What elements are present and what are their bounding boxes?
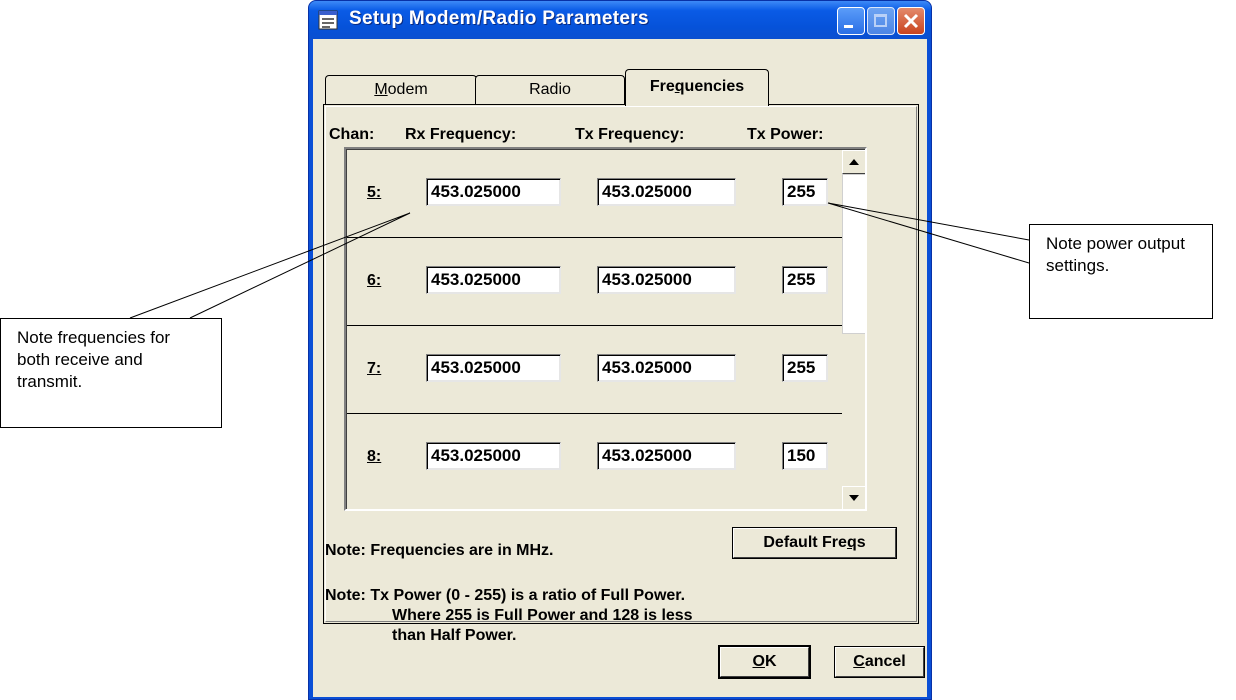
tx-frequency-field[interactable]: 453.025000	[597, 178, 736, 206]
tx-power-field[interactable]: 255	[782, 178, 828, 206]
close-icon	[903, 13, 919, 29]
channel-row: 7: 453.025000 453.025000 255	[347, 326, 865, 414]
default-freqs-button[interactable]: Default Freqs	[732, 527, 897, 559]
scroll-up-button[interactable]	[842, 150, 865, 174]
column-header-chan: Chan:	[329, 126, 375, 143]
tx-frequency-field[interactable]: 453.025000	[597, 442, 736, 470]
ok-button[interactable]: OK	[718, 645, 811, 679]
dialog-window: Setup Modem/Radio Parameters Modem Radio…	[308, 0, 932, 700]
column-header-tx-power: Tx Power:	[747, 126, 824, 143]
dialog-client-area: Modem Radio Frequencies Chan: Rx Frequen…	[313, 39, 927, 697]
note-units: Note: Frequencies are in MHz.	[325, 542, 554, 559]
tab-radio[interactable]: Radio	[475, 75, 625, 105]
scroll-down-button[interactable]	[842, 486, 865, 509]
tab-modem[interactable]: Modem	[325, 75, 477, 105]
note-power: Note: Tx Power (0 - 255) is a ratio of F…	[325, 586, 865, 646]
minimize-button[interactable]	[837, 7, 865, 35]
rx-frequency-field[interactable]: 453.025000	[426, 266, 561, 294]
arrow-down-icon	[849, 495, 859, 501]
column-header-tx-frequency: Tx Frequency:	[575, 126, 685, 143]
rx-frequency-field[interactable]: 453.025000	[426, 178, 561, 206]
channel-row: 5: 453.025000 453.025000 255	[347, 150, 865, 238]
arrow-up-icon	[849, 159, 859, 165]
maximize-button[interactable]	[867, 7, 895, 35]
rx-frequency-field[interactable]: 453.025000	[426, 442, 561, 470]
close-button[interactable]	[897, 7, 925, 35]
tx-power-field[interactable]: 255	[782, 354, 828, 382]
tab-frequencies[interactable]: Frequencies	[625, 69, 769, 106]
note-power-line: Note: Tx Power (0 - 255) is a ratio of F…	[325, 587, 686, 604]
channel-list: 5: 453.025000 453.025000 255 6: 453.0250…	[344, 147, 867, 511]
callout-frequencies-note: Note frequencies for both receive and tr…	[0, 318, 222, 428]
callout-power-note: Note power output settings.	[1029, 224, 1213, 319]
column-header-rx-frequency: Rx Frequency:	[405, 126, 517, 143]
vertical-scrollbar[interactable]	[842, 150, 865, 509]
rx-frequency-field[interactable]: 453.025000	[426, 354, 561, 382]
window-title: Setup Modem/Radio Parameters	[349, 8, 649, 29]
tx-power-field[interactable]: 150	[782, 442, 828, 470]
tx-frequency-field[interactable]: 453.025000	[597, 354, 736, 382]
note-power-line: than Half Power.	[392, 627, 517, 644]
cancel-button[interactable]: Cancel	[834, 646, 925, 678]
channel-label: 7:	[367, 360, 382, 377]
channel-row: 6: 453.025000 453.025000 255	[347, 238, 865, 326]
note-power-line: Where 255 is Full Power and 128 is less	[392, 607, 693, 624]
channel-label: 6:	[367, 272, 382, 289]
channel-label: 5:	[367, 184, 382, 201]
title-bar[interactable]: Setup Modem/Radio Parameters	[309, 1, 931, 39]
form-icon	[318, 10, 338, 30]
channel-row: 8: 453.025000 453.025000 150	[347, 414, 865, 502]
channel-label: 8:	[367, 448, 382, 465]
scrollbar-thumb[interactable]	[842, 174, 865, 334]
tx-power-field[interactable]: 255	[782, 266, 828, 294]
tx-frequency-field[interactable]: 453.025000	[597, 266, 736, 294]
